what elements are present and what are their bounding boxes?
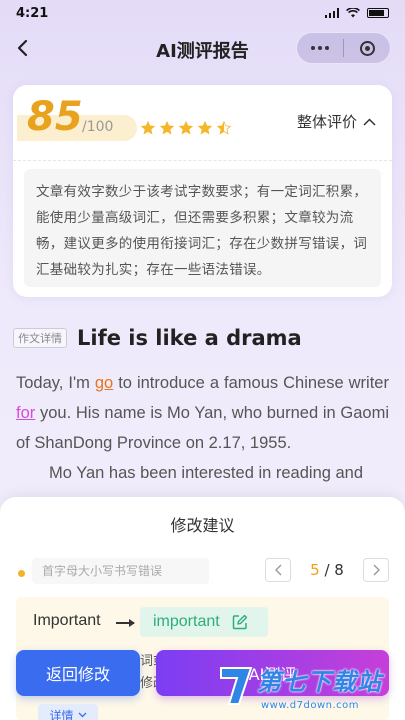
next-button[interactable] [363,558,389,582]
chevron-down-icon [78,712,86,718]
back-to-edit-button[interactable]: 返回修改 [16,650,140,696]
battery-icon [367,8,389,18]
chevron-left-icon [274,564,281,576]
prev-button[interactable] [265,558,291,582]
error-highlight-for[interactable]: for [16,404,35,422]
status-time: 4:21 [16,5,49,21]
score-max: /100 [82,119,114,135]
essay-text: to introduce a famous Chinese writer [113,374,389,392]
back-button[interactable] [8,34,36,62]
error-highlight-go[interactable]: go [95,374,113,392]
more-dots-icon [311,46,329,50]
watermark-url: www.d7down.com [261,700,360,711]
status-bar: 4:21 [0,0,405,26]
more-button[interactable] [297,33,343,63]
essay-header: 作文详情 Life is like a drama [13,326,302,350]
overall-label: 整体评价 [296,113,357,131]
status-icons [325,8,389,18]
nav-bar: AI测评报告 [0,30,405,66]
watermark-text: 第七下载站 [257,668,382,696]
essay-tag: 作文详情 [13,328,67,348]
essay-text: Mo Yan has been interested in reading an… [49,464,364,482]
score-value: 85 [27,94,83,140]
overall-comment: 文章有效字数少于该考试字数要求；有一定词汇积累，能使用少量高级词汇，但还需要多积… [24,169,381,287]
page-current: 5 [310,561,320,579]
suggested-word-chip[interactable]: important [140,607,268,637]
sheet-title: 修改建议 [170,516,235,535]
watermark: 第七下载站 www.d7down.com [217,660,403,718]
essay-paragraph: Today, I'm go to introduce a famous Chin… [16,368,389,458]
details-label: 详情 [49,708,74,720]
arrow-right-icon [116,619,135,627]
wifi-icon [346,8,360,18]
suggestion-pager: 5 / 8 [265,558,389,582]
original-word: Important [33,612,101,629]
suggested-word: important [153,613,220,630]
edit-icon [232,614,247,630]
page-indicator: 5 / 8 [291,561,363,579]
details-toggle[interactable]: 详情 [38,704,98,720]
target-icon [359,40,375,56]
essay-body: Today, I'm go to introduce a famous Chin… [16,368,389,488]
essay-text: you. His name is Mo Yan, who burned in G… [16,404,389,452]
mini-program-capsule [296,32,391,64]
card-divider [13,160,392,161]
page-total: / 8 [324,561,344,579]
overall-toggle[interactable]: 整体评价 [297,111,376,132]
chevron-left-icon [17,39,28,57]
error-type-label: 首字母大小写书写错误 [32,558,209,584]
star-icon [160,121,174,135]
signal-icon [325,8,339,18]
essay-text: Today, I'm [16,374,95,392]
star-rating [141,121,231,135]
star-icon [179,121,193,135]
tip-dot-icon [18,570,25,577]
star-icon [198,121,212,135]
score-card: 85 /100 整体评价 文章有效字数少于该考试字数要求；有一定词汇积累，能使用… [13,85,392,297]
essay-title: Life is like a drama [77,326,302,350]
chevron-up-icon [363,117,376,126]
star-icon [217,121,231,135]
essay-paragraph: Mo Yan has been interested in reading an… [16,458,389,488]
chevron-right-icon [373,564,380,576]
star-icon [141,121,155,135]
close-miniprogram-button[interactable] [344,33,390,63]
watermark-logo-icon [220,667,253,705]
